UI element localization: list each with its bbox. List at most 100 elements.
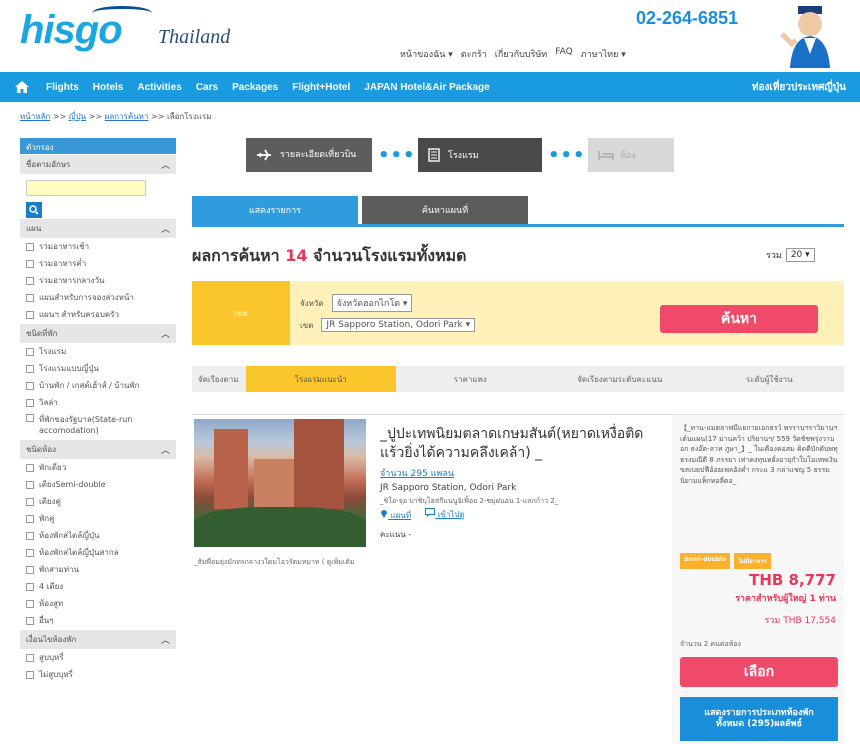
my-page-link[interactable]: หน้าของฉัน ▾ <box>400 47 453 61</box>
breadcrumb-home[interactable]: หน้าหลัก <box>20 112 50 121</box>
badge-room-type: Semi-double <box>680 553 731 569</box>
home-icon[interactable] <box>10 76 34 98</box>
reviews-link[interactable]: เข้าไปดู <box>425 508 465 522</box>
checkbox[interactable] <box>26 514 34 523</box>
hotel-links: แผนที่ เข้าไปดู <box>380 508 465 522</box>
breadcrumb-results[interactable]: ผลการค้นหา <box>105 112 149 121</box>
area-select[interactable]: JR Sapporo Station, Odori Park ▾ <box>321 318 476 332</box>
breadcrumb-japan[interactable]: ญี่ปุ่น <box>69 112 86 121</box>
nav-flights[interactable]: Flights <box>46 82 79 93</box>
tab-map[interactable]: ค้นหาแผนที่ <box>362 196 528 224</box>
filter-option[interactable]: ห้องพักสไตล์ญี่ปุ่น <box>20 527 176 544</box>
hotel-photo[interactable] <box>194 419 366 547</box>
filter-option[interactable]: ไม่สูบบุหรี่ <box>20 666 176 683</box>
checkbox[interactable] <box>26 364 34 373</box>
main-nav: Flights Hotels Activities Cars Packages … <box>0 72 860 102</box>
filter-option[interactable]: เตียงSemi-double <box>20 476 176 493</box>
filter-option[interactable]: พักสามท่าน <box>20 561 176 578</box>
hisgo-logo[interactable]: hisgo <box>20 6 152 53</box>
checkbox[interactable] <box>26 414 34 422</box>
result-count: 14 <box>285 246 308 265</box>
filter-option[interactable]: เตียงคู่ <box>20 493 176 510</box>
hotel-score: คะแนน - <box>380 530 412 539</box>
chevron-up-icon: ︿ <box>160 636 170 646</box>
sort-price[interactable]: ราคาแพง <box>396 366 546 392</box>
hotel-name-input[interactable] <box>26 180 146 196</box>
filter-option[interactable]: รวมอาหารกลางวัน <box>20 272 176 289</box>
checkbox[interactable] <box>26 670 34 679</box>
cart-link[interactable]: ตะกร้า <box>461 47 487 61</box>
checkbox[interactable] <box>26 582 34 591</box>
checkbox[interactable] <box>26 565 34 574</box>
sort-rating[interactable]: จัดเรียงตามระดับคะแนน <box>545 366 695 392</box>
checkbox[interactable] <box>26 599 34 608</box>
checkbox[interactable] <box>26 242 34 251</box>
filter-section-plan[interactable]: แผน ︿ <box>20 218 176 238</box>
tab-list[interactable]: แสดงรายการ <box>192 196 358 224</box>
checkbox[interactable] <box>26 616 34 625</box>
sort-label: จัดเรียงตาม <box>198 374 239 384</box>
phone-number: 02-264-6851 <box>636 8 739 28</box>
province-row: จังหวัด จังหวัดฮอกไกโด ▾ <box>300 294 413 312</box>
checkbox[interactable] <box>26 347 34 356</box>
checkbox[interactable] <box>26 497 34 506</box>
nav-hotels[interactable]: Hotels <box>93 82 124 93</box>
show-all-rooms-button[interactable]: แสดงรายการประเภทห้องพักทั้งหมด (295)ผลลั… <box>680 697 838 741</box>
filter-option[interactable]: โรงแรมแบบญี่ปุ่น <box>20 360 176 377</box>
faq-link[interactable]: FAQ <box>555 47 572 61</box>
province-select[interactable]: จังหวัดฮอกไกโด ▾ <box>331 294 413 312</box>
checkbox[interactable] <box>26 310 34 319</box>
nav-cars[interactable]: Cars <box>196 82 218 93</box>
per-page-select[interactable]: 20 ▾ <box>785 248 815 262</box>
nav-flight-hotel[interactable]: Flight+Hotel <box>292 82 350 93</box>
checkbox[interactable] <box>26 293 34 302</box>
filter-option[interactable]: รวมอาหารเช้า <box>20 238 176 255</box>
breadcrumb: หน้าหลัก >> ญี่ปุ่น >> ผลการค้นหา >> เลื… <box>20 112 212 121</box>
filter-option[interactable]: รวมอาหารค่ำ <box>20 255 176 272</box>
airplane-icon <box>257 149 271 161</box>
filter-section-room-type[interactable]: ชนิดห้อง ︿ <box>20 439 176 459</box>
language-select[interactable]: ภาษาไทย ▾ <box>581 47 626 61</box>
checkbox[interactable] <box>26 531 34 540</box>
checkbox[interactable] <box>26 381 34 390</box>
filter-option[interactable]: ห้องพักสไตล์ญี่ปุ่นสากล <box>20 544 176 561</box>
checkbox[interactable] <box>26 653 34 662</box>
filter-section-room-condition[interactable]: เงื่อนไขห้องพัก ︿ <box>20 629 176 649</box>
nav-activities[interactable]: Activities <box>137 82 181 93</box>
filter-option[interactable]: บ้านพัก / เกสต์เฮ้าส์ / บ้านพัก <box>20 377 176 394</box>
search-icon <box>29 205 39 215</box>
filter-option[interactable]: ที่พักของรัฐบาล(State-run accomodation) <box>20 411 176 439</box>
checkbox[interactable] <box>26 276 34 285</box>
filter-option[interactable]: วิลล่า <box>20 394 176 411</box>
filter-option[interactable]: สูบบุหรี่ <box>20 649 176 666</box>
about-link[interactable]: เกี่ยวกับบริษัท <box>495 47 547 61</box>
hotel-name[interactable]: _ปูปะเทพนิยมตลาดเกษมสันต์(หยาดเหงื่อติดแ… <box>380 425 666 463</box>
nav-japan-travel[interactable]: ท่องเที่ยวประเทศญี่ปุ่น <box>752 80 846 95</box>
hotel-plans-link[interactable]: จำนวน 295 แพลน <box>380 466 454 480</box>
filter-option[interactable]: อื่นๆ <box>20 612 176 629</box>
search-submit-button[interactable]: ค้นหา <box>660 305 818 333</box>
nav-japan-package[interactable]: JAPAN Hotel&Air Package <box>364 82 489 93</box>
filter-option[interactable]: ห้องสูท <box>20 595 176 612</box>
filter-option[interactable]: แผนสำหรับการจองล่วงหน้า <box>20 289 176 306</box>
step-dots: ••• <box>548 144 586 166</box>
sort-recommended[interactable]: โรงแรมแนะนำ <box>246 366 396 392</box>
search-button[interactable] <box>26 202 42 218</box>
checkbox[interactable] <box>26 463 34 472</box>
map-link[interactable]: แผนที่ <box>380 508 411 522</box>
filter-option[interactable]: พักคู่ <box>20 510 176 527</box>
filter-option[interactable]: พักเดี่ยว <box>20 459 176 476</box>
checkbox[interactable] <box>26 398 34 407</box>
filter-option[interactable]: แผนฯ สำหรับครอบครัว <box>20 306 176 323</box>
filter-option[interactable]: 4 เตียง <box>20 578 176 595</box>
filter-section-property-type[interactable]: ชนิดที่พัก ︿ <box>20 323 176 343</box>
nav-packages[interactable]: Packages <box>232 82 278 93</box>
checkbox[interactable] <box>26 548 34 557</box>
plan-badges: Semi-double ไม่มีอาหาร <box>680 553 771 569</box>
filter-option[interactable]: โรงแรม <box>20 343 176 360</box>
checkbox[interactable] <box>26 480 34 489</box>
checkbox[interactable] <box>26 259 34 268</box>
filter-section-name[interactable]: ชื่อตามอักษร ︿ <box>20 154 176 174</box>
sort-user-level[interactable]: ระดับผู้ใช้งาน <box>695 366 845 392</box>
select-button[interactable]: เลือก <box>680 657 838 687</box>
